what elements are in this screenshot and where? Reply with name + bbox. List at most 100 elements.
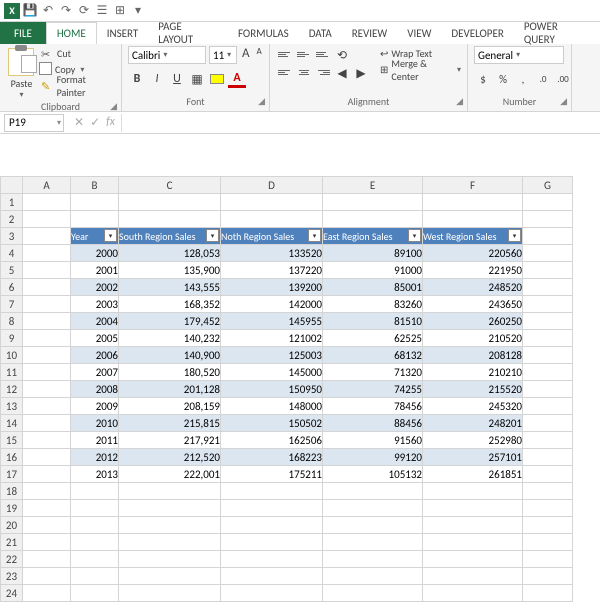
table-cell[interactable]: 137220 [221, 262, 323, 279]
increase-decimal-button[interactable]: .0 [534, 70, 552, 88]
row-header[interactable]: 15 [1, 432, 23, 449]
table-cell[interactable]: 2012 [71, 449, 119, 466]
cell[interactable] [523, 415, 573, 432]
cell[interactable] [23, 381, 71, 398]
cell[interactable] [119, 500, 221, 517]
undo-icon[interactable]: ↶ [40, 3, 56, 19]
cell[interactable] [523, 432, 573, 449]
table-cell[interactable]: 175211 [221, 466, 323, 483]
cell[interactable] [323, 585, 423, 602]
table-cell[interactable]: 150502 [221, 415, 323, 432]
cell[interactable] [23, 347, 71, 364]
cell[interactable] [221, 483, 323, 500]
align-left-button[interactable] [276, 64, 294, 80]
cell[interactable] [221, 568, 323, 585]
font-color-button[interactable]: A [228, 70, 246, 88]
cell[interactable] [23, 398, 71, 415]
dialog-launcher-icon[interactable]: ◢ [456, 95, 463, 109]
table-cell[interactable]: 2004 [71, 313, 119, 330]
qat-item-icon[interactable]: ☰ [94, 3, 110, 19]
row-header[interactable]: 6 [1, 279, 23, 296]
cell[interactable] [323, 568, 423, 585]
row-header[interactable]: 17 [1, 466, 23, 483]
decrease-decimal-button[interactable]: .00 [554, 70, 572, 88]
row-header[interactable]: 16 [1, 449, 23, 466]
cell[interactable] [423, 585, 523, 602]
row-header[interactable]: 8 [1, 313, 23, 330]
table-cell[interactable]: 208,159 [119, 398, 221, 415]
cell[interactable] [23, 245, 71, 262]
table-cell[interactable]: 143,555 [119, 279, 221, 296]
cell[interactable] [23, 262, 71, 279]
table-cell[interactable]: 180,520 [119, 364, 221, 381]
dialog-launcher-icon[interactable]: ◢ [560, 95, 567, 109]
cell[interactable] [23, 585, 71, 602]
cell[interactable] [23, 415, 71, 432]
cell[interactable] [221, 585, 323, 602]
cell[interactable] [523, 279, 573, 296]
cell[interactable] [71, 534, 119, 551]
percent-button[interactable]: % [494, 70, 512, 88]
column-header[interactable]: C [119, 177, 221, 194]
cell[interactable] [23, 211, 71, 228]
cell[interactable] [423, 483, 523, 500]
table-cell[interactable]: 248201 [423, 415, 523, 432]
qat-item-icon[interactable]: ⟳ [76, 3, 92, 19]
dialog-launcher-icon[interactable]: ◢ [258, 95, 265, 109]
row-header[interactable]: 19 [1, 500, 23, 517]
cell[interactable] [119, 551, 221, 568]
name-box[interactable]: P19 [4, 114, 64, 132]
row-header[interactable]: 2 [1, 211, 23, 228]
table-cell[interactable]: 135,900 [119, 262, 221, 279]
cell[interactable] [523, 211, 573, 228]
cell[interactable] [23, 500, 71, 517]
cell[interactable] [323, 534, 423, 551]
format-painter-button[interactable]: Format Painter [41, 78, 115, 93]
table-cell[interactable]: 220560 [423, 245, 523, 262]
shrink-font-button[interactable]: A [255, 46, 264, 64]
table-cell[interactable]: 2002 [71, 279, 119, 296]
border-button[interactable] [188, 70, 206, 88]
dialog-launcher-icon[interactable]: ◢ [110, 100, 117, 114]
cell[interactable] [323, 483, 423, 500]
cell[interactable] [71, 500, 119, 517]
tab-developer[interactable]: DEVELOPER [441, 22, 513, 44]
align-middle-button[interactable] [295, 46, 313, 62]
cell[interactable] [423, 551, 523, 568]
cell[interactable] [23, 364, 71, 381]
table-cell[interactable]: 252980 [423, 432, 523, 449]
table-cell[interactable]: 78456 [323, 398, 423, 415]
table-cell[interactable]: 217,921 [119, 432, 221, 449]
row-header[interactable]: 18 [1, 483, 23, 500]
table-cell[interactable]: 2009 [71, 398, 119, 415]
cell[interactable] [23, 517, 71, 534]
cell[interactable] [523, 534, 573, 551]
cell[interactable] [523, 517, 573, 534]
table-cell[interactable]: 68132 [323, 347, 423, 364]
table-header-cell[interactable]: East Region Sales▾ [323, 228, 423, 245]
table-cell[interactable]: 88456 [323, 415, 423, 432]
cell[interactable] [523, 313, 573, 330]
worksheet-grid[interactable]: ABCDEFG123Year▾South Region Sales▾Noth R… [0, 176, 573, 602]
row-header[interactable]: 20 [1, 517, 23, 534]
cell[interactable] [523, 262, 573, 279]
table-cell[interactable]: 148000 [221, 398, 323, 415]
table-cell[interactable]: 139200 [221, 279, 323, 296]
tab-formulas[interactable]: FORMULAS [228, 22, 299, 44]
qat-item-icon[interactable]: ⊞ [112, 3, 128, 19]
save-icon[interactable]: 💾 [22, 3, 38, 19]
row-header[interactable]: 14 [1, 415, 23, 432]
cut-button[interactable]: Cut [41, 46, 115, 61]
filter-dropdown-icon[interactable]: ▾ [206, 229, 219, 242]
cell[interactable] [23, 279, 71, 296]
cell[interactable] [323, 194, 423, 211]
table-cell[interactable]: 140,232 [119, 330, 221, 347]
cell[interactable] [423, 534, 523, 551]
tab-insert[interactable]: INSERT [97, 22, 149, 44]
table-cell[interactable]: 2003 [71, 296, 119, 313]
cell[interactable] [119, 568, 221, 585]
redo-icon[interactable]: ↷ [58, 3, 74, 19]
cell[interactable] [523, 194, 573, 211]
qat-customize-icon[interactable]: ▾ [130, 3, 146, 19]
cell[interactable] [119, 194, 221, 211]
